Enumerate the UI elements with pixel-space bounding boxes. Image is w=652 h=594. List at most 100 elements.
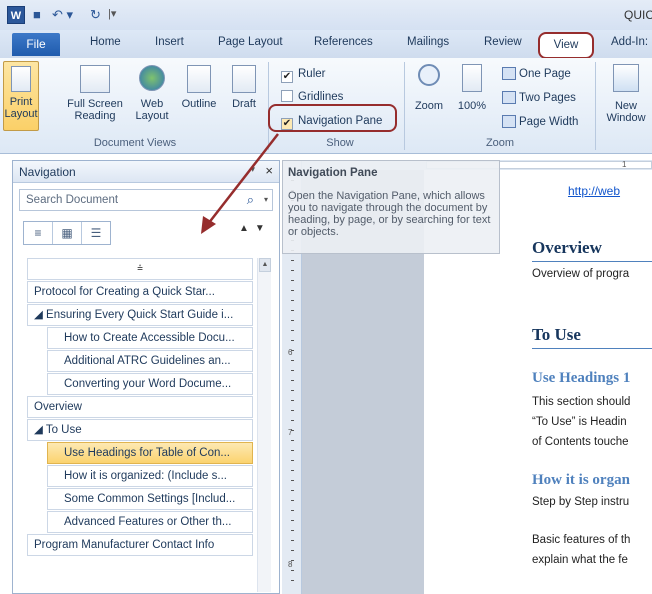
collapse-all-icon[interactable]: ⩮ (27, 258, 253, 280)
print-layout-button[interactable]: Print Layout (3, 61, 39, 131)
redo-icon[interactable]: ↻ (90, 7, 101, 23)
paragraph: of Contents touche (532, 436, 629, 448)
ruler-tick (291, 490, 294, 491)
navigation-pane: Navigation ▾ × Search Document ⌕ ▾ ≡ ▦ ☰… (12, 160, 280, 594)
list-item[interactable]: ◢ To Use (27, 419, 253, 441)
list-item[interactable]: Overview (27, 396, 253, 418)
navigation-scrollbar[interactable]: ▲ (257, 258, 271, 592)
ruler-tick (291, 440, 294, 441)
ruler-tick (291, 310, 294, 311)
ruler-tick (291, 270, 294, 271)
tab-browse-results[interactable]: ☰ (82, 222, 110, 244)
zoom-100-button[interactable]: 100% (453, 64, 491, 112)
two-pages-button[interactable]: Two Pages (502, 91, 576, 104)
tab-insert[interactable]: Insert (155, 36, 184, 48)
tab-file[interactable]: File (12, 33, 60, 56)
draft-label: Draft (232, 98, 256, 110)
one-page-button[interactable]: One Page (502, 67, 571, 80)
list-item[interactable]: Additional ATRC Guidelines an... (47, 350, 253, 372)
scroll-up-icon[interactable]: ▲ (259, 258, 271, 272)
one-page-icon (502, 67, 516, 80)
heading-use-headings: Use Headings 1 (532, 370, 631, 386)
gridlines-check-icon (281, 90, 293, 102)
web-layout-label-2: Layout (135, 110, 169, 122)
zoom-100-label: 100% (457, 100, 487, 112)
tab-home[interactable]: Home (90, 36, 121, 48)
group-separator (595, 62, 596, 150)
full-screen-reading-icon (80, 65, 110, 93)
ruler-tick (291, 570, 294, 571)
undo-icon[interactable]: ↶ ▾ (52, 7, 73, 23)
tab-review[interactable]: Review (484, 36, 522, 48)
web-layout-button[interactable]: Web Layout (132, 65, 172, 122)
tab-mailings[interactable]: Mailings (407, 36, 449, 48)
page-width-label: Page Width (519, 116, 579, 128)
tab-references[interactable]: References (314, 36, 373, 48)
ruler-tick (291, 530, 294, 531)
search-placeholder: Search Document (26, 194, 119, 206)
new-window-button[interactable]: New Window (600, 64, 652, 124)
list-item[interactable]: Protocol for Creating a Quick Star... (27, 281, 253, 303)
list-item[interactable]: Program Manufacturer Contact Info (27, 534, 253, 556)
tooltip-title: Navigation Pane (288, 167, 378, 179)
heading-list: ⩮ Protocol for Creating a Quick Star... … (27, 258, 253, 557)
heading-how-organized: How it is organ (532, 472, 630, 488)
ruler-label: Ruler (298, 68, 326, 80)
group-label-show: Show (326, 137, 354, 149)
list-item[interactable]: Some Common Settings [Includ... (47, 488, 253, 510)
tab-browse-headings[interactable]: ≡ (24, 222, 53, 244)
search-document-input[interactable]: Search Document ⌕ ▾ (19, 189, 273, 211)
zoom-button[interactable]: Zoom (410, 64, 448, 112)
magnifier-icon (418, 64, 440, 86)
list-item[interactable]: Advanced Features or Other th... (47, 511, 253, 533)
tab-browse-pages[interactable]: ▦ (53, 222, 82, 244)
ruler-tick (291, 520, 294, 521)
document-link[interactable]: http://web (568, 184, 620, 198)
print-layout-label-1: Print (9, 96, 33, 108)
outline-button[interactable]: Outline (176, 65, 222, 110)
search-icon[interactable]: ⌕ (247, 192, 254, 208)
tab-view[interactable]: View (538, 32, 594, 59)
ruler-tick (291, 300, 294, 301)
list-item[interactable]: How it is organized: (Include s... (47, 465, 253, 487)
new-window-label-2: Window (606, 112, 646, 124)
heading-overview: Overview (532, 238, 602, 257)
new-window-label-1: New (614, 100, 637, 112)
zoom-label: Zoom (414, 100, 444, 112)
close-icon[interactable]: × (265, 163, 273, 178)
ribbon-tabs: File Home Insert Page Layout References … (0, 30, 652, 59)
draft-icon (232, 65, 256, 93)
tab-page-layout[interactable]: Page Layout (218, 36, 283, 48)
customize-qat-icon[interactable]: |▾ (108, 7, 116, 20)
quick-access-toolbar: W ■ ↶ ▾ ↻ |▾ QUIC (0, 0, 652, 30)
paragraph: This section should (532, 396, 631, 408)
word-logo-icon[interactable]: W (7, 6, 25, 24)
gridlines-label: Gridlines (298, 91, 344, 103)
group-separator (404, 62, 405, 150)
ruler-tick (291, 380, 294, 381)
gridlines-checkbox[interactable]: Gridlines (281, 90, 343, 103)
ruler-tick (291, 320, 294, 321)
ruler-tick (291, 480, 294, 481)
full-screen-reading-button[interactable]: Full Screen Reading (62, 65, 128, 122)
tab-add-ins[interactable]: Add-In: (611, 36, 648, 48)
chevron-down-icon[interactable]: ▾ (250, 164, 255, 175)
list-item[interactable]: How to Create Accessible Docu... (47, 327, 253, 349)
ruler-check-icon: ✔ (281, 71, 293, 83)
ruler-mark: 8 (288, 560, 293, 569)
save-icon[interactable]: ■ (33, 7, 41, 22)
ruler-checkbox[interactable]: ✔ Ruler (281, 68, 325, 83)
tooltip-body: Open the Navigation Pane, which allows y… (288, 190, 491, 238)
list-item[interactable]: Converting your Word Docume... (47, 373, 253, 395)
heading-up-down-icon[interactable]: ▲▼ (239, 223, 271, 234)
draft-button[interactable]: Draft (226, 65, 262, 110)
list-item-selected[interactable]: Use Headings for Table of Con... (47, 442, 253, 464)
ruler-tick (291, 470, 294, 471)
ruler-tick (291, 430, 294, 431)
page-width-button[interactable]: Page Width (502, 115, 578, 128)
list-item[interactable]: ◢ Ensuring Every Quick Start Guide i... (27, 304, 253, 326)
search-options-icon[interactable]: ▾ (264, 195, 268, 204)
ruler-tick (291, 540, 294, 541)
ruler-tick (291, 550, 294, 551)
paragraph: Basic features of th (532, 534, 631, 546)
